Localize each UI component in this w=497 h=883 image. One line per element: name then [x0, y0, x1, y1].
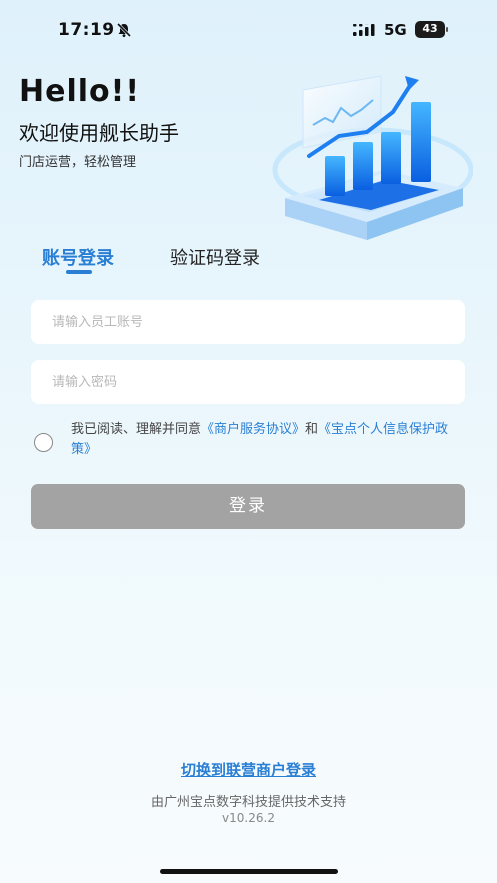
- support-text: 由广州宝点数字科技提供技术支持: [150, 795, 346, 810]
- switch-merchant-login-link[interactable]: 切换到联营商户登录: [0, 759, 497, 780]
- agreement-and: 和: [305, 422, 319, 437]
- agreement: 我已阅读、理解并同意《商户服务协议》和《宝点个人信息保护政策》: [34, 420, 464, 460]
- version-text: v10.26.2: [222, 811, 275, 825]
- password-field: [31, 360, 465, 404]
- merchant-agreement-link[interactable]: 《商户服务协议》: [201, 422, 305, 437]
- bell-muted-icon: [116, 22, 132, 38]
- status-time: 17:19: [58, 20, 115, 40]
- tab-active-indicator: [66, 270, 92, 274]
- home-indicator: [160, 869, 338, 874]
- welcome-title: 欢迎使用舰长助手: [19, 121, 179, 145]
- status-bar: 17:19 5G 43: [0, 0, 497, 56]
- account-input[interactable]: [31, 300, 465, 344]
- battery-level: 43: [422, 22, 438, 35]
- tab-code-login[interactable]: 验证码登录: [170, 244, 260, 270]
- password-input[interactable]: [31, 360, 465, 404]
- login-tabs: 账号登录 验证码登录: [42, 244, 342, 274]
- login-button[interactable]: 登录: [31, 484, 465, 529]
- tab-account-login[interactable]: 账号登录: [42, 244, 114, 270]
- battery-icon: 43: [415, 21, 448, 39]
- network-type: 5G: [384, 21, 407, 39]
- agreement-prefix: 我已阅读、理解并同意: [71, 422, 202, 437]
- subtitle: 门店运营，轻松管理: [19, 155, 137, 170]
- chart-illustration: [272, 75, 473, 240]
- signal-icon: [353, 24, 375, 36]
- agree-radio-icon[interactable]: [34, 433, 53, 452]
- account-field: [31, 300, 465, 344]
- greeting: Hello!!: [19, 74, 140, 109]
- agreement-text: 我已阅读、理解并同意《商户服务协议》和《宝点个人信息保护政策》: [71, 420, 464, 460]
